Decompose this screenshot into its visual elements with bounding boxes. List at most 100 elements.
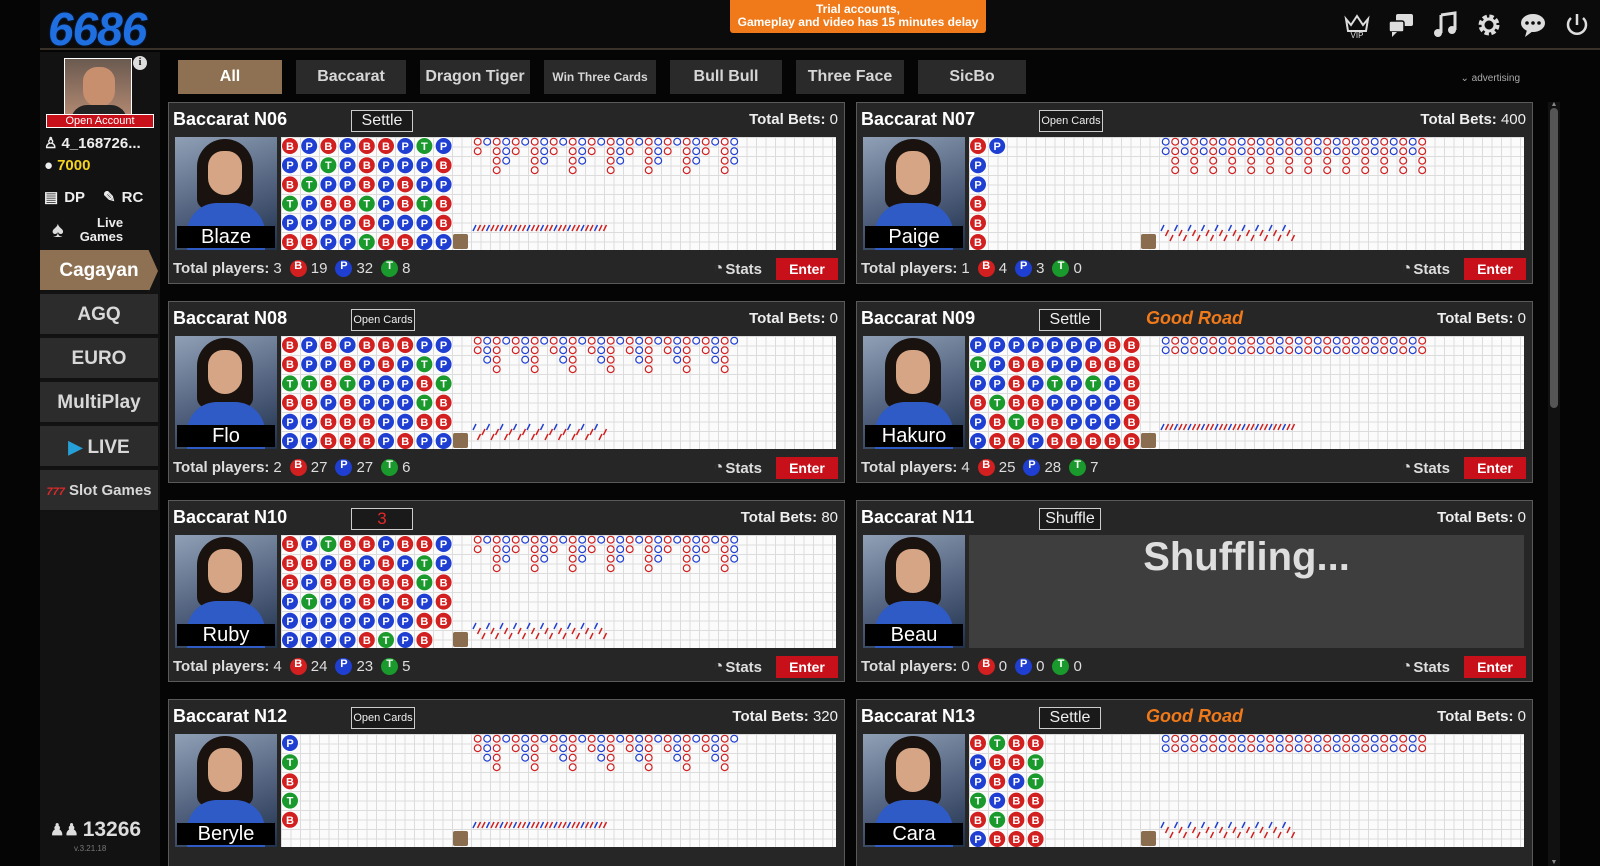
menu-multiplay[interactable]: MultiPlay [40,382,158,424]
deposit-icon[interactable]: ▤ [44,188,58,206]
avatar[interactable] [64,58,132,121]
dealer-photo[interactable]: Ruby [175,535,277,648]
derived-road-mark [584,224,590,232]
tab-all[interactable]: All [178,60,282,94]
table-card[interactable]: Baccarat N07 Open Cards Total Bets: 400 … [856,102,1533,284]
table-card[interactable]: Baccarat N11 Shuffle Total Bets: 0 Beau … [856,500,1533,682]
big-road-mark [530,355,539,364]
recharge-button[interactable]: RC [122,189,144,206]
menu-cagayan[interactable]: Cagayan [40,250,158,292]
dealer-photo[interactable]: Beau [863,535,965,648]
dealer-photo[interactable]: Hakuro [863,336,965,449]
tie-ball-icon: T [381,260,399,277]
big-road-mark [559,744,568,753]
scroll-down-icon[interactable]: ▼ [1548,859,1560,866]
svg-text:P: P [994,796,1001,808]
bead: P [1065,374,1083,393]
bead: B [396,432,414,449]
enter-button[interactable]: Enter [776,656,838,678]
chat-icon[interactable] [1386,10,1416,40]
big-road-mark [711,137,720,146]
big-road-mark [701,336,710,345]
svg-text:P: P [363,359,370,371]
power-icon[interactable] [1562,10,1592,40]
message-icon[interactable] [1518,10,1548,40]
deposit-button[interactable]: DP [64,189,85,206]
big-road-mark [578,137,587,146]
svg-text:B: B [1032,834,1040,846]
table-card[interactable]: Baccarat N13 Settle Good Road Total Bets… [856,699,1533,866]
svg-text:P: P [1013,776,1020,788]
edit-icon[interactable]: ✎ [103,188,116,206]
big-road-mark [1342,137,1351,146]
road-expand-icon[interactable] [453,632,468,647]
svg-text:B: B [440,417,448,429]
banker-ball-icon: B [289,260,307,277]
enter-button[interactable]: Enter [1464,258,1526,280]
live-games-row[interactable]: ♠ Live Games [52,216,123,244]
advertising-toggle[interactable]: ⌄ advertising [1460,73,1520,84]
enter-button[interactable]: Enter [1464,656,1526,678]
big-road-mark [692,734,701,743]
stats-button[interactable]: ◔ Stats [714,260,762,278]
dealer-photo[interactable]: Cara [863,734,965,847]
stats-button[interactable]: ◔ Stats [714,459,762,477]
table-card[interactable]: Baccarat N08 Open Cards Total Bets: 0 Fl… [168,301,845,483]
total-bets-value: 0 [829,111,838,128]
tab-bull-bull[interactable]: Bull Bull [670,60,782,94]
total-bets-label: Total Bets: [1437,708,1514,725]
bead: B [434,393,453,412]
bead: T [300,175,319,194]
tab-win-three-cards[interactable]: Win Three Cards [544,60,656,94]
big-road-mark [1294,137,1303,146]
roadmap: PPPPPPPBBTPBBPPBBBPPBPTPTPBBTBBPPPPBPBTB… [969,336,1524,449]
road-expand-icon[interactable] [1141,234,1156,249]
vip-icon[interactable]: VIP [1342,10,1372,40]
enter-button[interactable]: Enter [776,457,838,479]
stats-button[interactable]: ◔ Stats [1402,658,1450,676]
bead: B [969,233,987,250]
dealer-photo[interactable]: Beryle [175,734,277,847]
table-card[interactable]: Baccarat N12 Open Cards Total Bets: 320 … [168,699,845,866]
table-card[interactable]: Baccarat N06 Settle Total Bets: 0 Blaze … [168,102,845,284]
menu-live[interactable]: ▶ LIVE [40,426,158,468]
dealer-photo[interactable]: Flo [175,336,277,449]
stats-button[interactable]: ◔ Stats [1402,260,1450,278]
menu-euro[interactable]: EURO [40,338,158,380]
road-expand-icon[interactable] [1141,831,1156,846]
tab-dragon-tiger[interactable]: Dragon Tiger [420,60,530,94]
road-expand-icon[interactable] [1141,433,1156,448]
enter-button[interactable]: Enter [776,258,838,280]
music-icon[interactable] [1430,10,1460,40]
svg-text:T: T [994,398,1001,410]
stats-button[interactable]: ◔ Stats [1402,459,1450,477]
info-icon[interactable]: i [133,56,147,70]
menu-slot-games[interactable]: 777 Slot Games [40,470,158,512]
bead: B [300,233,318,250]
scrollbar[interactable]: ▲ ▼ [1548,101,1560,866]
tab-baccarat[interactable]: Baccarat [296,60,406,94]
site-logo[interactable]: 6686 [48,2,147,56]
table-card[interactable]: Baccarat N10 3 Total Bets: 80 Ruby BPTBB… [168,500,845,682]
total-bets: Total Bets: 80 [741,509,838,526]
big-road-mark [606,147,615,156]
tab-sicbo[interactable]: SicBo [918,60,1026,94]
dealer-photo[interactable]: Blaze [175,137,277,250]
road-expand-icon[interactable] [453,831,468,846]
settings-icon[interactable] [1474,10,1504,40]
enter-button[interactable]: Enter [1464,457,1526,479]
big-road-mark [1209,156,1218,165]
derived-road-mark [1272,826,1278,834]
stats-button[interactable]: ◔ Stats [714,658,762,676]
road-expand-icon[interactable] [453,433,468,448]
open-account-button[interactable]: Open Account [46,114,154,128]
tab-three-face[interactable]: Three Face [796,60,904,94]
menu-agq[interactable]: AGQ [40,294,158,336]
big-road-mark [540,156,549,165]
svg-text:B: B [344,577,352,589]
derived-road-mark [1263,234,1269,242]
scrollbar-thumb[interactable] [1550,108,1558,408]
road-expand-icon[interactable] [453,234,468,249]
dealer-photo[interactable]: Paige [863,137,965,250]
table-card[interactable]: Baccarat N09 Settle Good Road Total Bets… [856,301,1533,483]
